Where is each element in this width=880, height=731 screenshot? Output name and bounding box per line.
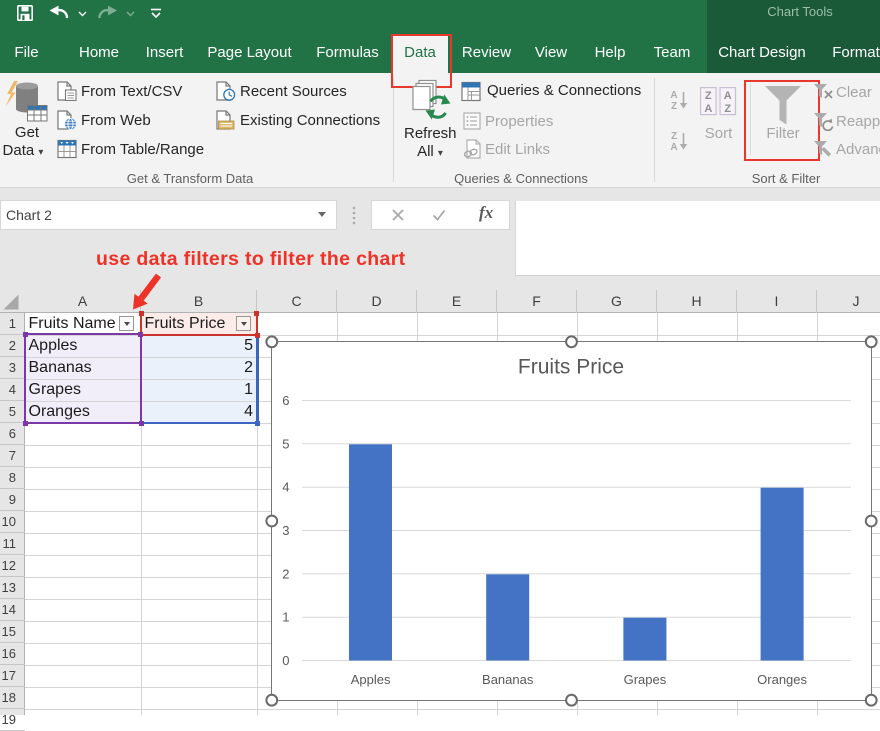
svg-text:A: A <box>704 103 712 115</box>
svg-text:A: A <box>670 90 677 101</box>
svg-text:Z: Z <box>724 103 731 115</box>
svg-text:Z: Z <box>705 90 712 102</box>
svg-text:A: A <box>670 142 677 151</box>
svg-text:Z: Z <box>671 131 677 142</box>
svg-text:Z: Z <box>671 101 677 110</box>
svg-text:A: A <box>724 90 732 102</box>
